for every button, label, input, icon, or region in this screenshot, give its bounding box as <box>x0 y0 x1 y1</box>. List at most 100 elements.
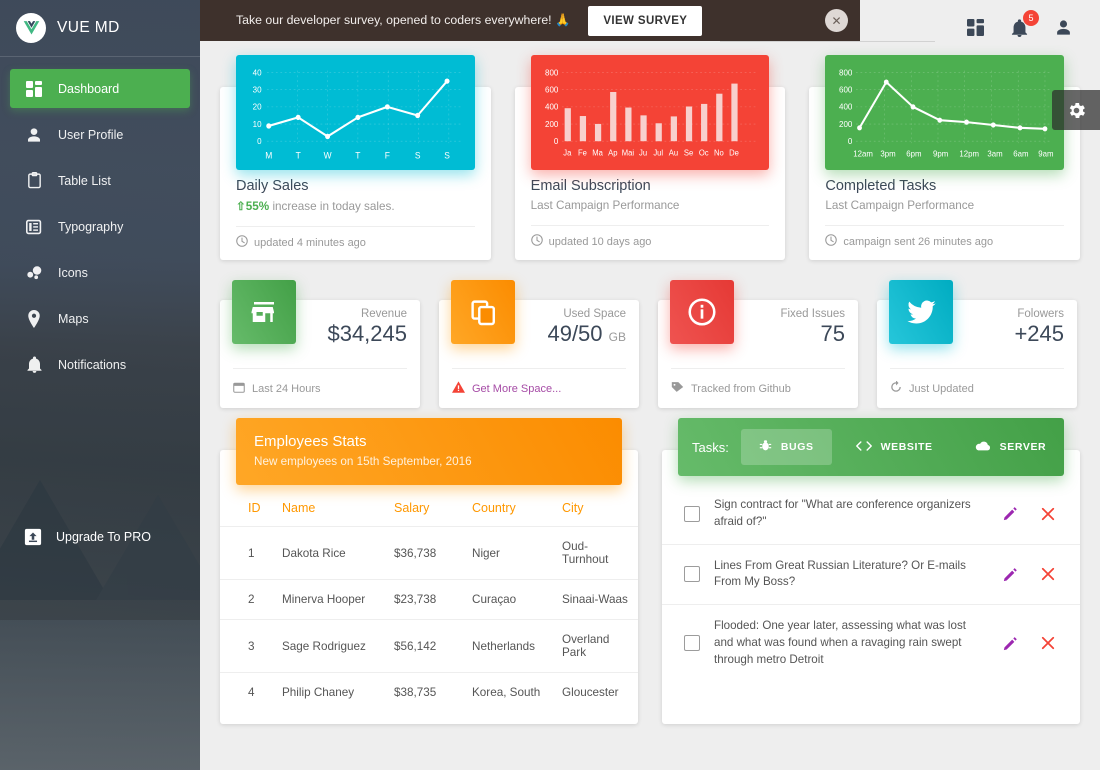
cell-country: Curaçao <box>466 579 556 620</box>
close-icon[interactable]: ✕ <box>825 9 848 32</box>
card-employees-stats: Employees Stats New employees on 15th Se… <box>220 418 638 724</box>
svg-text:800: 800 <box>545 67 559 77</box>
svg-text:Au: Au <box>668 148 677 157</box>
bubble-chart-icon <box>24 263 44 283</box>
calendar-icon <box>233 381 245 396</box>
upgrade-to-pro-button[interactable]: Upgrade To PRO <box>0 507 200 567</box>
survey-banner-text: Take our developer survey, opened to cod… <box>236 13 571 27</box>
svg-text:6pm: 6pm <box>907 149 922 158</box>
sidebar-item-table-list[interactable]: Table List <box>10 161 190 200</box>
svg-text:No: No <box>714 148 724 157</box>
code-icon <box>855 440 872 455</box>
sidebar-item-icons[interactable]: Icons <box>10 253 190 292</box>
delete-close-icon[interactable] <box>1040 566 1056 582</box>
stat-value: 75 <box>820 321 845 346</box>
sidebar-item-label: Table List <box>58 173 111 188</box>
task-actions <box>1002 635 1062 651</box>
dashboard-page: VUE MD Dashboard User Profile Table List… <box>0 0 1100 770</box>
completed-tasks-chart[interactable]: 800 600 400 200 0 12am 3pm 6pm 9pm 12pm … <box>825 55 1065 170</box>
gear-icon[interactable] <box>1052 90 1100 130</box>
stat-footer-text: Last 24 Hours <box>252 382 321 395</box>
sidebar-lake-decor <box>0 620 200 770</box>
twitter-icon <box>889 280 953 344</box>
svg-text:800: 800 <box>839 67 853 77</box>
pencil-icon[interactable] <box>1002 635 1018 651</box>
sidebar-item-maps[interactable]: Maps <box>10 299 190 338</box>
card-tasks: Tasks: BUGS WEBSITE SERVER Sign contract… <box>662 418 1080 724</box>
cell-salary: $23,738 <box>388 579 466 620</box>
column-header-name[interactable]: Name <box>276 493 388 527</box>
column-header-salary[interactable]: Salary <box>388 493 466 527</box>
svg-text:Se: Se <box>684 148 694 157</box>
pencil-icon[interactable] <box>1002 506 1018 522</box>
svg-text:9pm: 9pm <box>933 149 948 158</box>
svg-text:Oc: Oc <box>699 148 709 157</box>
survey-banner: Take our developer survey, opened to cod… <box>200 0 860 41</box>
daily-sales-chart[interactable]: 40 30 20 10 0 MTW TFS S <box>236 55 475 170</box>
svg-text:6am: 6am <box>1014 149 1029 158</box>
sidebar-item-label: Maps <box>58 311 89 326</box>
task-actions <box>1002 506 1062 522</box>
sidebar-item-user-profile[interactable]: User Profile <box>10 115 190 154</box>
table-row[interactable]: 3 Sage Rodriguez $56,142 Netherlands Ove… <box>220 619 638 673</box>
cell-id: 3 <box>220 619 276 673</box>
cell-name: Minerva Hooper <box>276 579 388 620</box>
cloud-icon <box>975 440 991 455</box>
svg-text:T: T <box>355 150 361 160</box>
svg-text:0: 0 <box>554 136 559 146</box>
charts-row: 40 30 20 10 0 MTW TFS S Daily Sales ⇧55%… <box>220 55 1081 282</box>
email-subscription-chart[interactable]: 800 600 400 200 0 Ja Fe Ma Ap Mai Ju Jul… <box>530 55 770 170</box>
sidebar-item-typography[interactable]: Typography <box>10 207 190 246</box>
table-row[interactable]: 4 Philip Chaney $38,735 Korea, South Glo… <box>220 673 638 713</box>
notifications-bell-icon[interactable]: 5 <box>1008 9 1039 39</box>
sidebar-item-label: Dashboard <box>58 81 120 96</box>
svg-text:T: T <box>296 150 302 160</box>
table-row[interactable]: 2 Minerva Hooper $23,738 Curaçao Sinaai-… <box>220 579 638 620</box>
task-text: Sign contract for "What are conference o… <box>714 498 971 528</box>
svg-text:Ma: Ma <box>592 148 603 157</box>
cell-salary: $36,738 <box>388 526 466 580</box>
sidebar-item-label: Icons <box>58 265 88 280</box>
svg-text:S: S <box>444 150 450 160</box>
card-daily-sales: 40 30 20 10 0 MTW TFS S Daily Sales ⇧55%… <box>220 55 491 260</box>
dashboard-grid-icon[interactable] <box>964 17 986 39</box>
task-text: Flooded: One year later, assessing what … <box>714 619 966 666</box>
user-account-icon[interactable] <box>1052 17 1074 39</box>
delete-close-icon[interactable] <box>1040 506 1056 522</box>
tab-bugs[interactable]: BUGS <box>740 429 832 465</box>
svg-text:De: De <box>729 148 739 157</box>
delete-close-icon[interactable] <box>1040 635 1056 651</box>
stat-card-fixed-issues: Fixed Issues 75 Tracked from Github <box>658 280 858 408</box>
card-title: Daily Sales <box>236 178 309 194</box>
sidebar-item-dashboard[interactable]: Dashboard <box>10 69 190 108</box>
view-survey-button[interactable]: VIEW SURVEY <box>588 5 703 36</box>
stat-card-followers: Folowers +245 Just Updated <box>877 280 1077 408</box>
brand[interactable]: VUE MD <box>0 0 200 57</box>
svg-text:200: 200 <box>545 119 559 129</box>
svg-text:Fe: Fe <box>578 148 588 157</box>
svg-text:Ap: Ap <box>608 148 618 157</box>
table-row[interactable]: 1 Dakota Rice $36,738 Niger Oud-Turnhout <box>220 526 638 580</box>
cell-name: Philip Chaney <box>282 686 355 699</box>
brand-title: VUE MD <box>57 19 120 36</box>
stat-label: Folowers <box>1017 308 1064 320</box>
task-checkbox[interactable] <box>684 566 700 583</box>
card-title: Email Subscription <box>530 178 651 194</box>
bug-icon <box>759 439 772 455</box>
task-checkbox[interactable] <box>684 505 700 522</box>
sidebar-item-notifications[interactable]: Notifications <box>10 345 190 384</box>
cell-city: Sinaai-Waas <box>556 579 638 620</box>
column-header-country[interactable]: Country <box>466 493 556 527</box>
task-checkbox[interactable] <box>684 635 700 652</box>
tab-server[interactable]: SERVER <box>957 430 1065 465</box>
pencil-icon[interactable] <box>1002 566 1018 582</box>
svg-text:12pm: 12pm <box>960 149 980 158</box>
clock-icon <box>530 234 543 249</box>
get-more-space-link[interactable]: Get More Space... <box>472 383 561 395</box>
svg-text:10: 10 <box>253 119 262 129</box>
tab-website[interactable]: WEBSITE <box>838 430 951 465</box>
warning-icon <box>452 381 465 396</box>
stats-row: Revenue $34,245 Last 24 Hours Used Space… <box>220 280 1080 430</box>
column-header-city[interactable]: City <box>556 493 638 527</box>
column-header-id[interactable]: ID <box>220 493 276 527</box>
